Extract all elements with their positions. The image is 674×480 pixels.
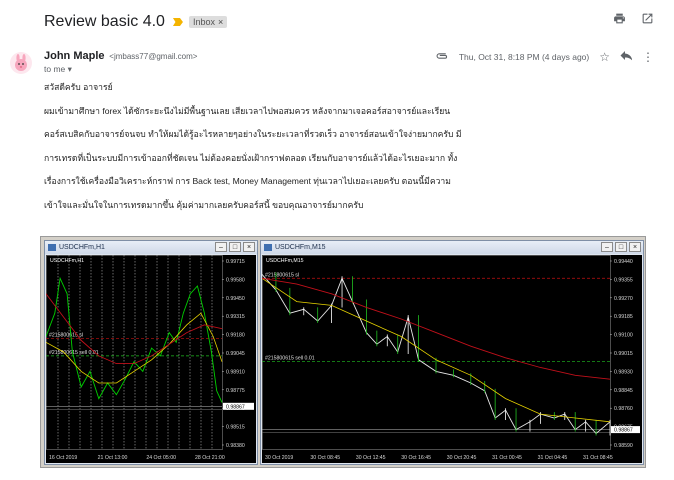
y-tick-label: 0.98590 (614, 443, 633, 449)
x-tick-label: 28 Oct 21:00 (195, 455, 225, 461)
x-tick-label: 31 Oct 04:45 (538, 455, 568, 461)
star-icon[interactable]: ☆ (599, 50, 610, 64)
print-icon[interactable] (612, 12, 626, 28)
stop-loss-label: #215800615 sl (265, 272, 299, 278)
inbox-label-text: Inbox (192, 17, 215, 27)
y-tick-label: 0.99355 (614, 277, 633, 283)
sender-name[interactable]: John Maple (44, 50, 105, 62)
moving-average-fast (262, 277, 611, 423)
y-tick-label: 0.99715 (226, 259, 245, 265)
close-button[interactable]: × (243, 242, 255, 252)
y-tick-label: 0.99100 (614, 333, 633, 339)
current-price-label: 0.98867 (614, 428, 633, 434)
chart-symbol-label: USDCHFm,M15 (266, 258, 304, 264)
current-price-label: 0.98867 (226, 404, 245, 410)
x-tick-label: 16 Oct 2019 (49, 455, 77, 461)
remove-label-icon[interactable]: × (218, 17, 223, 27)
y-tick-label: 0.99450 (226, 296, 245, 302)
sender-avatar[interactable] (10, 52, 32, 74)
y-tick-label: 0.99015 (614, 351, 633, 357)
chart-svg-m15: #215800615 sl #215800615 sell 0.01 USDCHFm… (262, 255, 640, 461)
rabbit-avatar-icon (15, 54, 27, 71)
maximize-button[interactable]: □ (615, 242, 627, 252)
sender-email: <jmbass77@gmail.com> (109, 52, 198, 61)
email-body: สวัสดีครับ อาจารย์ ผมเข้ามาศึกษา forex ไ… (44, 80, 644, 221)
sender-row: John Maple <jmbass77@gmail.com> (44, 50, 197, 62)
window-buttons: – □ × (601, 242, 641, 252)
y-tick-label: 0.98515 (226, 425, 245, 431)
body-paragraph: คอร์สเบสิคกับอาจารย์จนจบ ทำให้ผมได้รู้อะ… (44, 129, 462, 139)
chart-window-h1: USDCHFm,H1 – □ × #215800615 sl #215800615… (44, 240, 258, 465)
x-tick-label: 24 Oct 05:00 (146, 455, 176, 461)
y-tick-label: 0.99270 (614, 296, 633, 302)
y-tick-label: 0.99315 (226, 314, 245, 320)
sell-order-label: #215800615 sell 0.01 (49, 350, 99, 356)
body-paragraph: เข้าใจและมั่นใจในการเทรดมากขึ้น คุ้มค่าม… (44, 199, 364, 210)
y-tick-label: 0.98930 (614, 369, 633, 375)
chart-svg-h1: #215800615 sl#215800615 sell 0.01USDCHFm… (46, 255, 254, 461)
x-tick-label: 30 Oct 16:45 (401, 455, 431, 461)
message-meta: Thu, Oct 31, 8:18 PM (4 days ago) ☆ ⋮ (436, 50, 654, 64)
y-tick-label: 0.99045 (226, 351, 245, 357)
y-tick-label: 0.99580 (226, 277, 245, 283)
minimize-button[interactable]: – (215, 242, 227, 252)
y-tick-label: 0.98380 (226, 443, 245, 449)
chart-canvas-m15[interactable]: #215800615 sl #215800615 sell 0.01 USDCHFm… (262, 255, 642, 463)
body-paragraph: ผมเข้ามาศึกษา forex ได้ซักระยะนึงไม่มีพื… (44, 105, 451, 116)
chart-window-icon (48, 244, 56, 251)
chart-window-icon (264, 244, 272, 251)
trading-screenshot: USDCHFm,H1 – □ × #215800615 sl #215800615… (40, 236, 646, 468)
email-subject: Review basic 4.0 (44, 13, 165, 30)
subject-row: Review basic 4.0 Inbox × (44, 10, 228, 34)
maximize-button[interactable]: □ (229, 242, 241, 252)
y-tick-label: 0.98910 (226, 369, 245, 375)
x-tick-label: 30 Oct 12:45 (356, 455, 386, 461)
y-tick-label: 0.99180 (226, 333, 245, 339)
body-paragraph: เรื่องการใช้เครื่องมือวิเคราะห์กราฟ การ … (44, 176, 451, 186)
window-buttons: – □ × (215, 242, 255, 252)
chart-window-titlebar[interactable]: USDCHFm,H1 – □ × (45, 241, 257, 254)
chart-window-m15: USDCHFm,M15 – □ × #215800615 sl #21580061… (260, 240, 644, 465)
price-series (262, 274, 611, 435)
reply-icon[interactable] (620, 50, 633, 64)
minimize-button[interactable]: – (601, 242, 613, 252)
message-timestamp: Thu, Oct 31, 8:18 PM (4 days ago) (458, 52, 590, 62)
x-tick-label: 31 Oct 00:45 (492, 455, 522, 461)
recipient-dropdown[interactable]: to me ▾ (44, 64, 72, 75)
inbox-label-chip[interactable]: Inbox × (188, 16, 228, 28)
plot-frame (262, 255, 611, 450)
chart-canvas-h1[interactable]: #215800615 sl #215800615 sell 0.01 USDCHFm… (46, 255, 256, 463)
body-paragraph: การเทรดที่เป็นระบบมีการเข้าออกที่ชัดเจน … (44, 152, 458, 163)
open-in-new-window-icon[interactable] (640, 12, 654, 28)
y-tick-label: 0.98845 (614, 388, 633, 394)
importance-marker-icon[interactable] (172, 18, 183, 26)
recipient-text: to me (44, 64, 66, 74)
x-tick-label: 30 Oct 2019 (265, 455, 293, 461)
y-tick-label: 0.98760 (614, 406, 633, 412)
more-vert-icon[interactable]: ⋮ (642, 50, 654, 64)
chart-window-title: USDCHFm,H1 (59, 244, 105, 251)
x-tick-label: 31 Oct 08:45 (583, 455, 613, 461)
y-tick-label: 0.99440 (614, 259, 633, 265)
x-tick-label: 30 Oct 08:45 (310, 455, 340, 461)
close-button[interactable]: × (629, 242, 641, 252)
chart-window-title: USDCHFm,M15 (275, 244, 326, 251)
sell-order-label: #215800615 sell 0.01 (265, 356, 315, 362)
attachment-icon (436, 50, 449, 64)
body-paragraph: สวัสดีครับ อาจารย์ (44, 82, 113, 92)
chart-symbol-label: USDCHFm,H1 (50, 258, 84, 264)
x-tick-label: 21 Oct 13:00 (98, 455, 128, 461)
chart-window-titlebar[interactable]: USDCHFm,M15 – □ × (261, 241, 643, 254)
y-tick-label: 0.98775 (226, 388, 245, 394)
price-series (46, 276, 223, 403)
chevron-down-icon[interactable]: ▾ (68, 64, 72, 74)
x-tick-label: 30 Oct 20:45 (447, 455, 477, 461)
toolbar-top-right (612, 12, 654, 28)
y-tick-label: 0.99185 (614, 314, 633, 320)
